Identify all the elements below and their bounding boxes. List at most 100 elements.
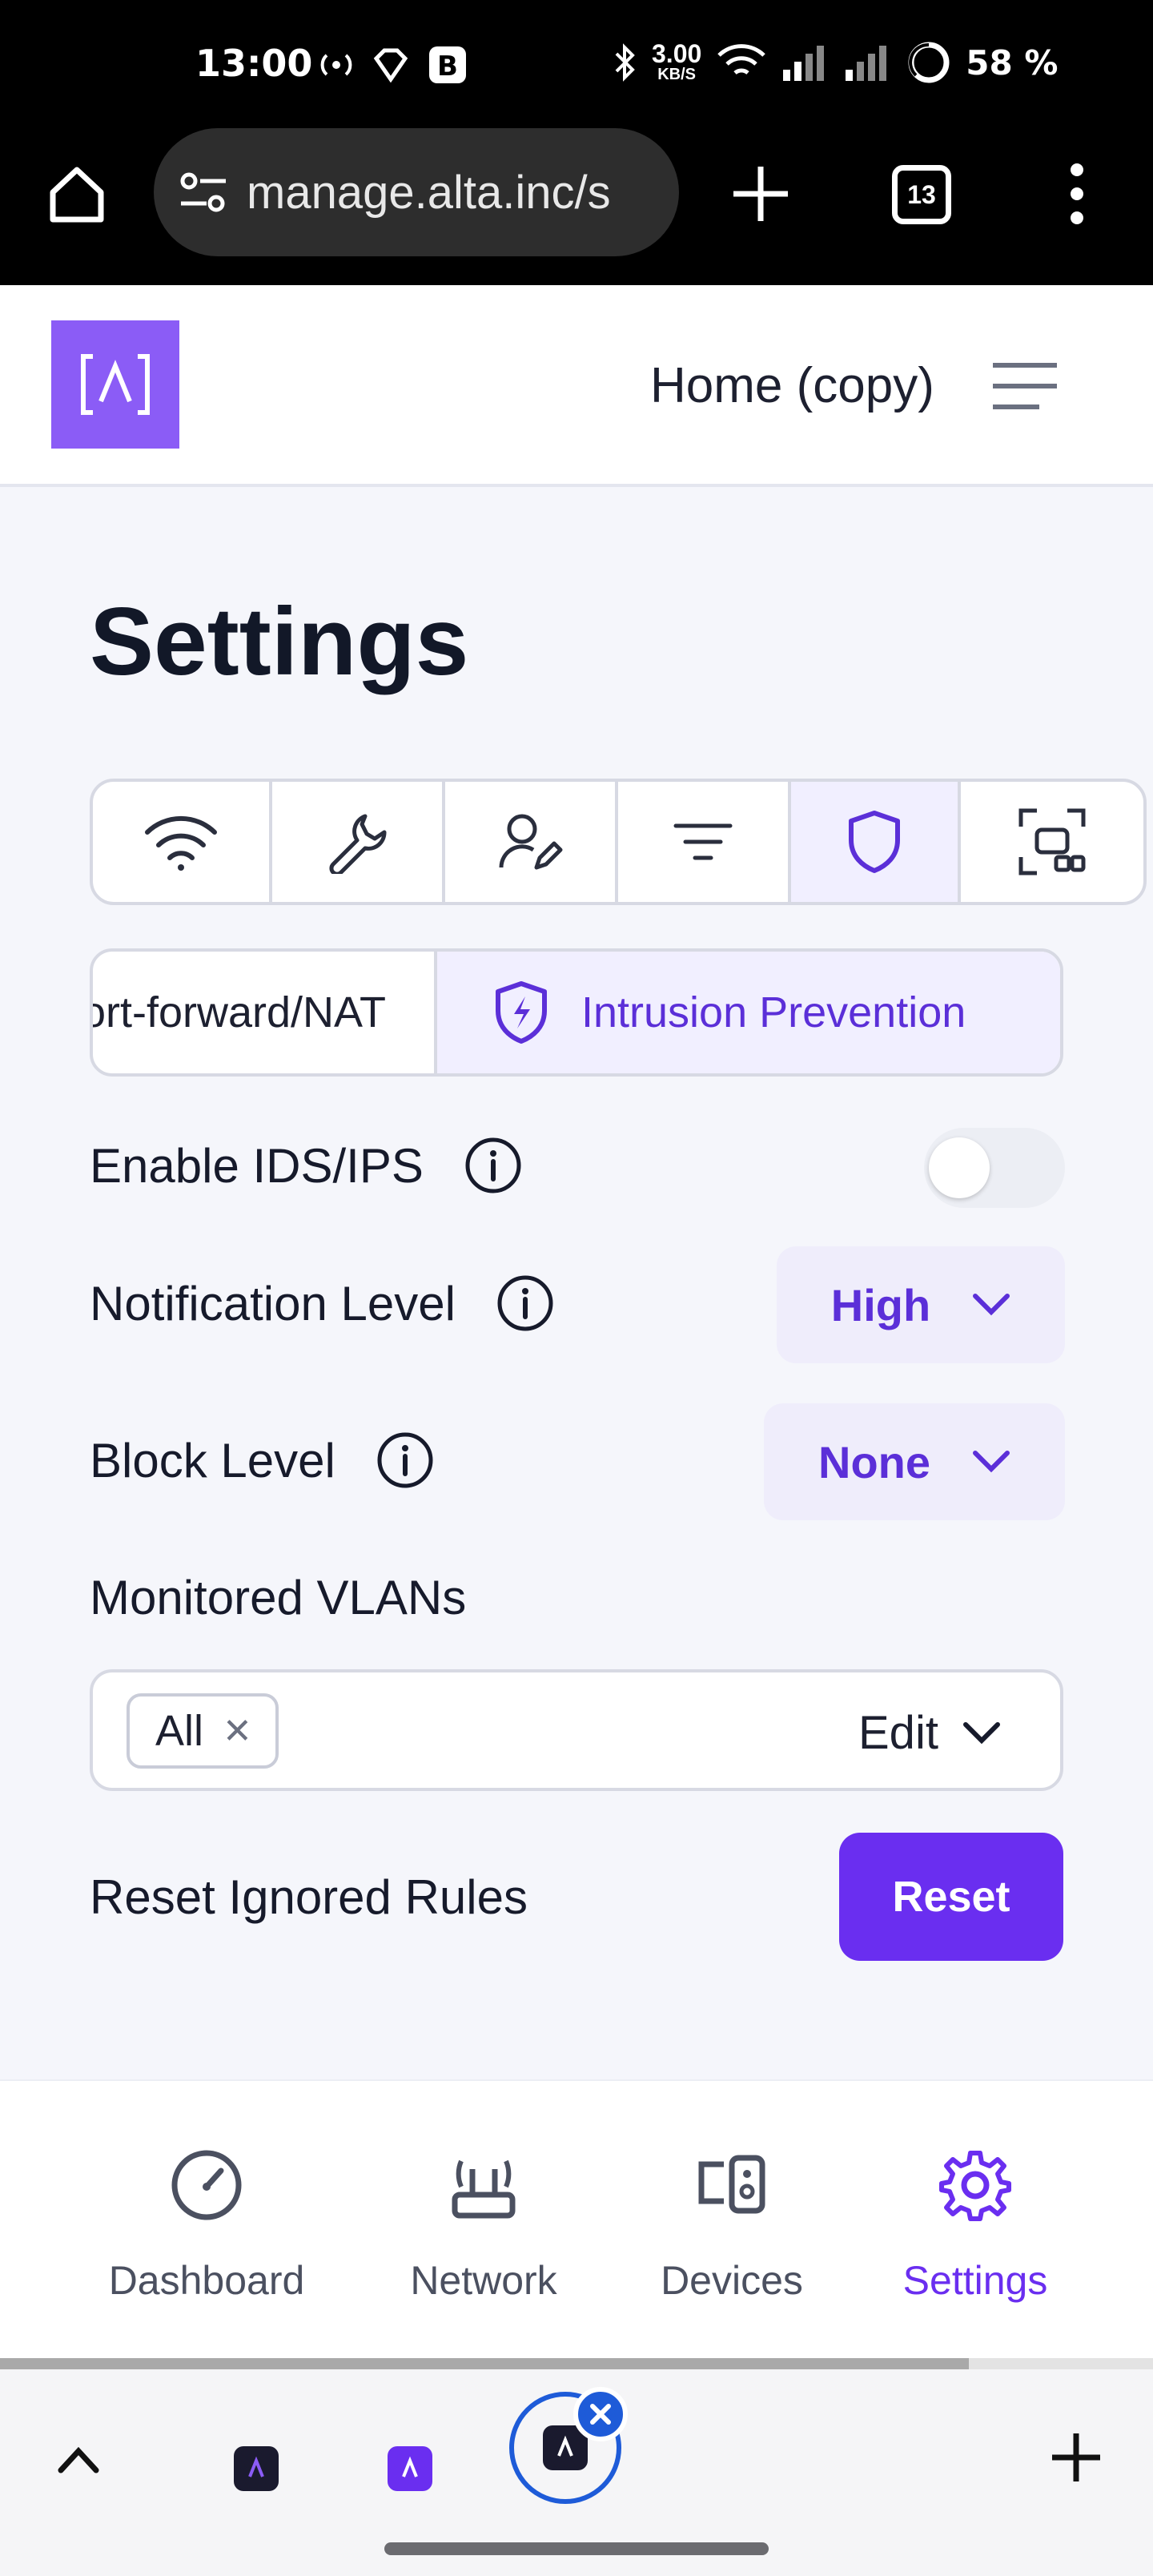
notification-level-value: High xyxy=(830,1279,931,1330)
alta-favicon-icon xyxy=(248,2456,264,2477)
gear-icon xyxy=(939,2151,1011,2221)
nav-dashboard[interactable]: Dashboard xyxy=(86,2145,327,2304)
ids-toggle[interactable] xyxy=(924,1128,1065,1208)
chevron-down-icon xyxy=(962,1721,1000,1744)
home-icon[interactable] xyxy=(45,162,109,226)
close-tab-button[interactable] xyxy=(573,2387,628,2441)
menu-icon[interactable] xyxy=(991,360,1059,412)
notification-level-select[interactable]: High xyxy=(777,1246,1065,1363)
cell-signal-icon xyxy=(783,46,825,81)
browser-toolbar: manage.alta.inc/s 13 xyxy=(0,128,1153,285)
info-icon[interactable] xyxy=(496,1274,555,1333)
app-header: Home (copy) xyxy=(0,285,1153,487)
url-text[interactable]: manage.alta.inc/s xyxy=(247,166,611,219)
nav-dashboard-label: Dashboard xyxy=(108,2258,305,2303)
tab-tools[interactable] xyxy=(272,782,445,902)
vlan-edit-button[interactable]: Edit xyxy=(858,1706,1001,1760)
add-tab-icon[interactable] xyxy=(1044,2425,1108,2489)
new-tab-icon[interactable] xyxy=(727,160,794,227)
reset-button[interactable]: Reset xyxy=(839,1833,1063,1961)
speed-value: 3.00 xyxy=(652,39,702,68)
qr-code-icon xyxy=(1018,808,1086,875)
tab-security[interactable] xyxy=(791,782,961,902)
vlans-label: Monitored VLANs xyxy=(90,1571,467,1624)
settings-icon-tabs xyxy=(90,779,1147,905)
cell-signal-2-icon xyxy=(846,46,887,81)
tab-wifi[interactable] xyxy=(93,782,272,902)
reset-row: Reset Ignored Rules xyxy=(90,1870,528,1925)
vlan-multiselect[interactable]: All ✕ Edit xyxy=(90,1669,1063,1791)
tab-users[interactable] xyxy=(445,782,618,902)
nav-devices[interactable]: Devices xyxy=(612,2145,852,2304)
security-sub-tabs: Port-forward/NAT Intrusion Prevention xyxy=(90,948,1063,1077)
clock: 13:00 xyxy=(195,42,313,85)
devices-icon xyxy=(698,2155,765,2214)
page-load-progress xyxy=(0,2358,1153,2369)
nav-network[interactable]: Network xyxy=(364,2145,604,2304)
more-options-icon[interactable] xyxy=(1065,160,1089,227)
tab-port-forward[interactable]: Port-forward/NAT xyxy=(93,952,437,1073)
battery-percent: 58 % xyxy=(966,42,1059,83)
info-icon[interactable] xyxy=(464,1136,523,1195)
block-level-value: None xyxy=(818,1436,930,1487)
b-app-icon: B xyxy=(429,46,466,83)
tab-filters[interactable] xyxy=(618,782,791,902)
reset-label: Reset Ignored Rules xyxy=(90,1870,528,1924)
vlan-chip[interactable]: All ✕ xyxy=(127,1693,279,1769)
nav-devices-label: Devices xyxy=(661,2258,803,2303)
bottom-nav: Dashboard Network Devices Settings xyxy=(0,2079,1153,2361)
speed-unit: KB/S xyxy=(657,66,697,83)
site-settings-icon[interactable] xyxy=(178,170,229,215)
logo-mark-icon xyxy=(81,354,150,415)
router-icon xyxy=(452,2159,516,2219)
tab-port-forward-label: Port-forward/NAT xyxy=(93,988,386,1036)
user-edit-icon xyxy=(499,814,563,870)
info-icon[interactable] xyxy=(376,1431,435,1490)
close-icon xyxy=(590,2404,611,2425)
status-bar: 13:00 B 3.00 KB/S 58 % xyxy=(0,0,1153,128)
chevron-down-icon xyxy=(973,1294,1010,1316)
address-bar[interactable]: manage.alta.inc/s xyxy=(154,128,679,256)
tab-thumbnail[interactable] xyxy=(234,2446,279,2491)
tab-devices-config[interactable] xyxy=(961,782,1143,902)
alta-logo[interactable] xyxy=(51,320,179,449)
alta-favicon-icon xyxy=(402,2456,418,2477)
ids-row: Enable IDS/IPS xyxy=(90,1136,523,1195)
alta-favicon-icon xyxy=(557,2435,573,2457)
network-speed: 3.00 KB/S xyxy=(652,39,702,83)
location-icon xyxy=(373,48,408,83)
hotspot-icon xyxy=(320,54,352,76)
chevron-up-icon[interactable] xyxy=(56,2443,101,2475)
nav-settings-label: Settings xyxy=(902,2258,1048,2303)
browser-tab-strip xyxy=(0,2369,1153,2576)
block-label: Block Level xyxy=(90,1433,335,1487)
tab-switcher-button[interactable]: 13 xyxy=(892,165,951,224)
site-name[interactable]: Home (copy) xyxy=(650,357,934,414)
tab-intrusion-prevention[interactable]: Intrusion Prevention xyxy=(437,952,1060,1073)
page-title: Settings xyxy=(90,588,469,695)
tab-thumbnail[interactable] xyxy=(388,2446,432,2491)
progress-fill xyxy=(0,2358,969,2369)
vlan-chip-label: All xyxy=(155,1707,204,1755)
status-icons-left: B xyxy=(319,45,468,85)
tab-intrusion-prevention-label: Intrusion Prevention xyxy=(581,988,966,1036)
notification-label: Notification Level xyxy=(90,1276,456,1330)
status-icons-right: 3.00 KB/S 58 % xyxy=(613,40,1058,85)
bluetooth-icon xyxy=(615,43,635,82)
svg-text:B: B xyxy=(437,50,458,83)
notification-row: Notification Level xyxy=(90,1274,555,1333)
chevron-down-icon xyxy=(973,1451,1010,1473)
wifi-icon xyxy=(145,815,217,871)
toggle-knob xyxy=(929,1137,990,1198)
battery-ring-icon xyxy=(908,42,950,83)
wrench-icon xyxy=(329,814,387,874)
filter-icon xyxy=(673,823,733,860)
remove-chip-icon[interactable]: ✕ xyxy=(223,1711,252,1752)
nav-network-label: Network xyxy=(410,2258,557,2303)
block-level-select[interactable]: None xyxy=(764,1403,1065,1520)
shield-bolt-icon xyxy=(496,981,547,1044)
nav-settings[interactable]: Settings xyxy=(855,2145,1095,2304)
ids-label: Enable IDS/IPS xyxy=(90,1138,424,1193)
home-indicator[interactable] xyxy=(384,2542,769,2555)
speedometer-icon xyxy=(171,2150,242,2220)
